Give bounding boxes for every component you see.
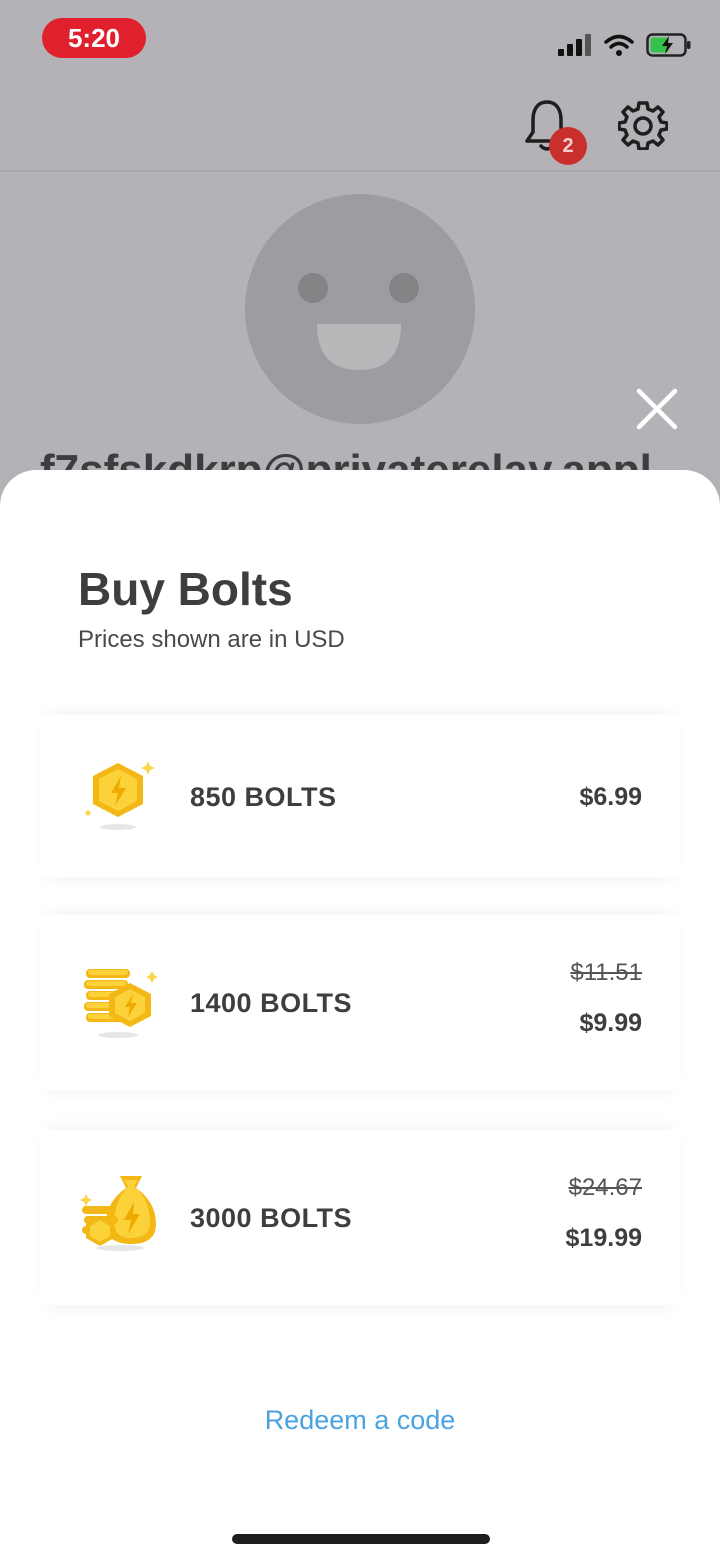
bolt-option-price: $19.99 — [565, 1224, 642, 1252]
redeem-code-link[interactable]: Redeem a code — [0, 1405, 720, 1436]
close-icon[interactable] — [634, 386, 680, 432]
status-icons — [558, 30, 692, 60]
bolt-option-label: 850 BOLTS — [190, 782, 337, 812]
bolt-option-850[interactable]: 850 BOLTS $6.99 — [40, 715, 680, 877]
bolt-money-bag-icon — [80, 1176, 156, 1251]
bolt-option-price: $6.99 — [579, 783, 642, 811]
sheet-subtitle: Prices shown are in USD — [78, 626, 345, 653]
buy-bolts-sheet: Buy Bolts Prices shown are in USD 850 BO… — [0, 470, 720, 1560]
sheet-title: Buy Bolts — [78, 563, 293, 615]
signal-icon — [558, 34, 591, 56]
battery-charging-icon — [646, 33, 691, 57]
bolt-option-label: 1400 BOLTS — [190, 988, 353, 1018]
bolt-option-1400[interactable]: 1400 BOLTS $11.51 $9.99 — [40, 915, 680, 1090]
top-bar — [0, 80, 720, 172]
smiley-face-icon — [298, 273, 419, 370]
notification-badge: 2 — [549, 127, 587, 165]
bolt-option-old-price: $11.51 — [570, 959, 642, 986]
avatar — [245, 194, 475, 424]
bolt-coin-stack-icon — [84, 969, 158, 1038]
bolt-option-price: $9.99 — [579, 1009, 642, 1037]
bolt-option-3000[interactable]: 3000 BOLTS $24.67 $19.99 — [40, 1130, 680, 1305]
status-time: 5:20 — [42, 18, 146, 58]
gear-icon[interactable] — [618, 100, 668, 150]
bolt-coin-icon — [85, 761, 155, 830]
home-indicator[interactable] — [232, 1534, 490, 1544]
wifi-icon — [604, 34, 634, 56]
status-bar: 5:20 — [0, 0, 720, 80]
bolt-option-old-price: $24.67 — [568, 1174, 642, 1201]
bolt-option-label: 3000 BOLTS — [190, 1203, 353, 1233]
